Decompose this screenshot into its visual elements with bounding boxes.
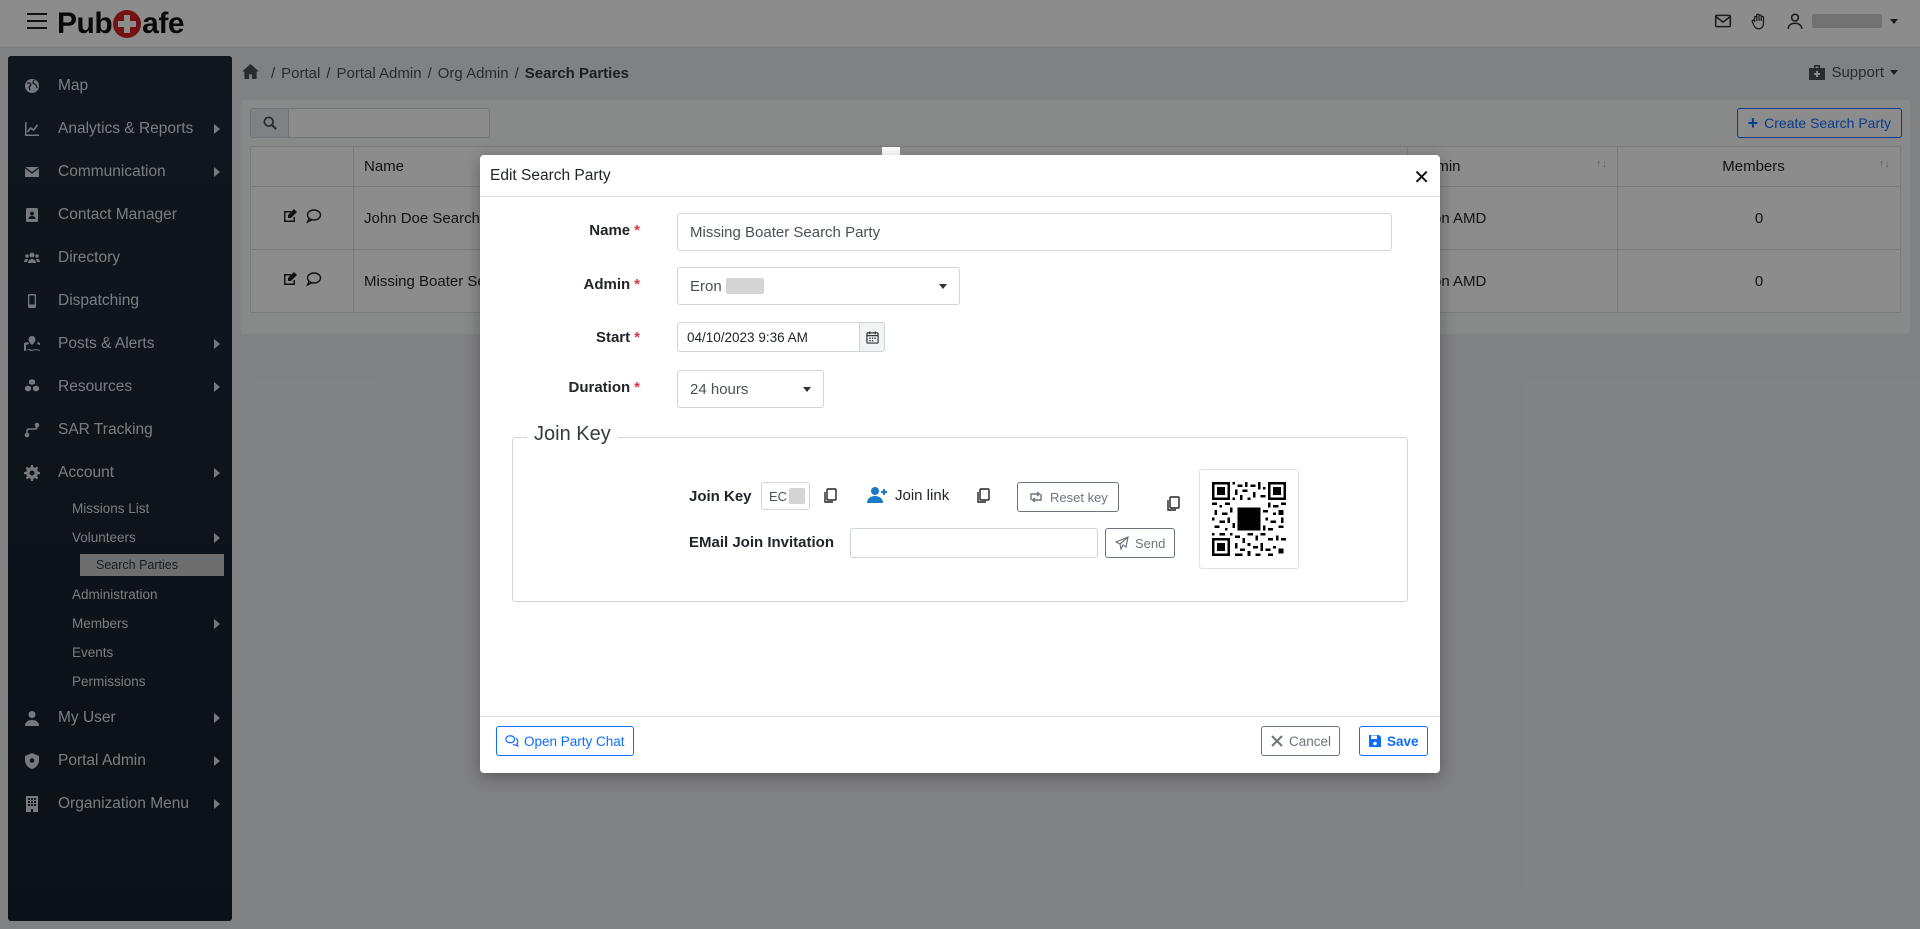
comments-icon (505, 735, 519, 748)
join-link[interactable]: Join link (867, 486, 949, 504)
name-input[interactable]: Missing Boater Search Party (677, 213, 1392, 251)
floppy-disk-icon (1369, 735, 1381, 747)
save-label: Save (1387, 733, 1419, 749)
email-invitation-input[interactable] (850, 528, 1098, 558)
retweet-icon (1030, 491, 1042, 503)
paper-plane-icon (1115, 536, 1129, 550)
modal-footer: Open Party Chat Cancel Save (480, 716, 1440, 773)
required-mark: * (634, 329, 640, 346)
user-plus-icon (867, 487, 887, 503)
required-mark: * (634, 379, 640, 396)
send-label: Send (1135, 535, 1166, 551)
save-button[interactable]: Save (1359, 726, 1428, 756)
chevron-down-icon (803, 387, 811, 392)
send-invitation-button[interactable]: Send (1105, 528, 1176, 558)
modal-header: Edit Search Party ✕ (480, 155, 1440, 197)
required-mark: * (634, 222, 640, 239)
qr-code-icon (1212, 482, 1286, 556)
admin-name-redacted (725, 278, 764, 294)
copy-join-link-icon[interactable] (975, 488, 991, 504)
duration-label: Duration * (568, 379, 640, 396)
close-icon[interactable]: ✕ (1413, 165, 1430, 190)
start-datetime-input[interactable]: 04/10/2023 9:36 AM (677, 322, 859, 352)
open-party-chat-label: Open Party Chat (524, 733, 625, 749)
copy-qr-code-icon[interactable] (1165, 496, 1181, 512)
join-key-redacted (789, 488, 806, 504)
duration-select[interactable]: 24 hours (677, 370, 824, 408)
calendar-icon[interactable] (859, 322, 885, 352)
start-label: Start * (595, 329, 640, 346)
times-icon (1271, 735, 1283, 747)
admin-select[interactable]: Eron (677, 267, 960, 305)
join-key-value: EC (761, 482, 810, 510)
join-link-label: Join link (895, 486, 950, 504)
cancel-button[interactable]: Cancel (1261, 726, 1341, 756)
cancel-label: Cancel (1289, 733, 1332, 749)
reset-key-label: Reset key (1050, 489, 1108, 505)
chevron-down-icon (939, 284, 947, 289)
required-mark: * (634, 276, 640, 293)
join-key-fieldset: Join Key Join Key EC Join link Reset key… (512, 423, 1408, 602)
duration-select-value: 24 hours (690, 380, 749, 398)
join-key-legend: Join Key (527, 423, 618, 446)
reset-key-button[interactable]: Reset key (1017, 482, 1119, 512)
email-invitation-label: EMail Join Invitation (689, 534, 835, 551)
name-label: Name * (589, 222, 640, 239)
admin-select-value: Eron (690, 277, 722, 295)
copy-join-key-icon[interactable] (822, 488, 838, 504)
open-party-chat-button[interactable]: Open Party Chat (496, 726, 634, 756)
join-qr-code (1199, 469, 1299, 569)
start-datetime-group: 04/10/2023 9:36 AM (677, 322, 885, 352)
join-key-label: Join Key (689, 488, 752, 505)
admin-label: Admin * (583, 276, 640, 293)
edit-search-party-modal: Edit Search Party ✕ Name * Missing Boater… (480, 155, 1440, 773)
modal-title: Edit Search Party (490, 166, 611, 184)
